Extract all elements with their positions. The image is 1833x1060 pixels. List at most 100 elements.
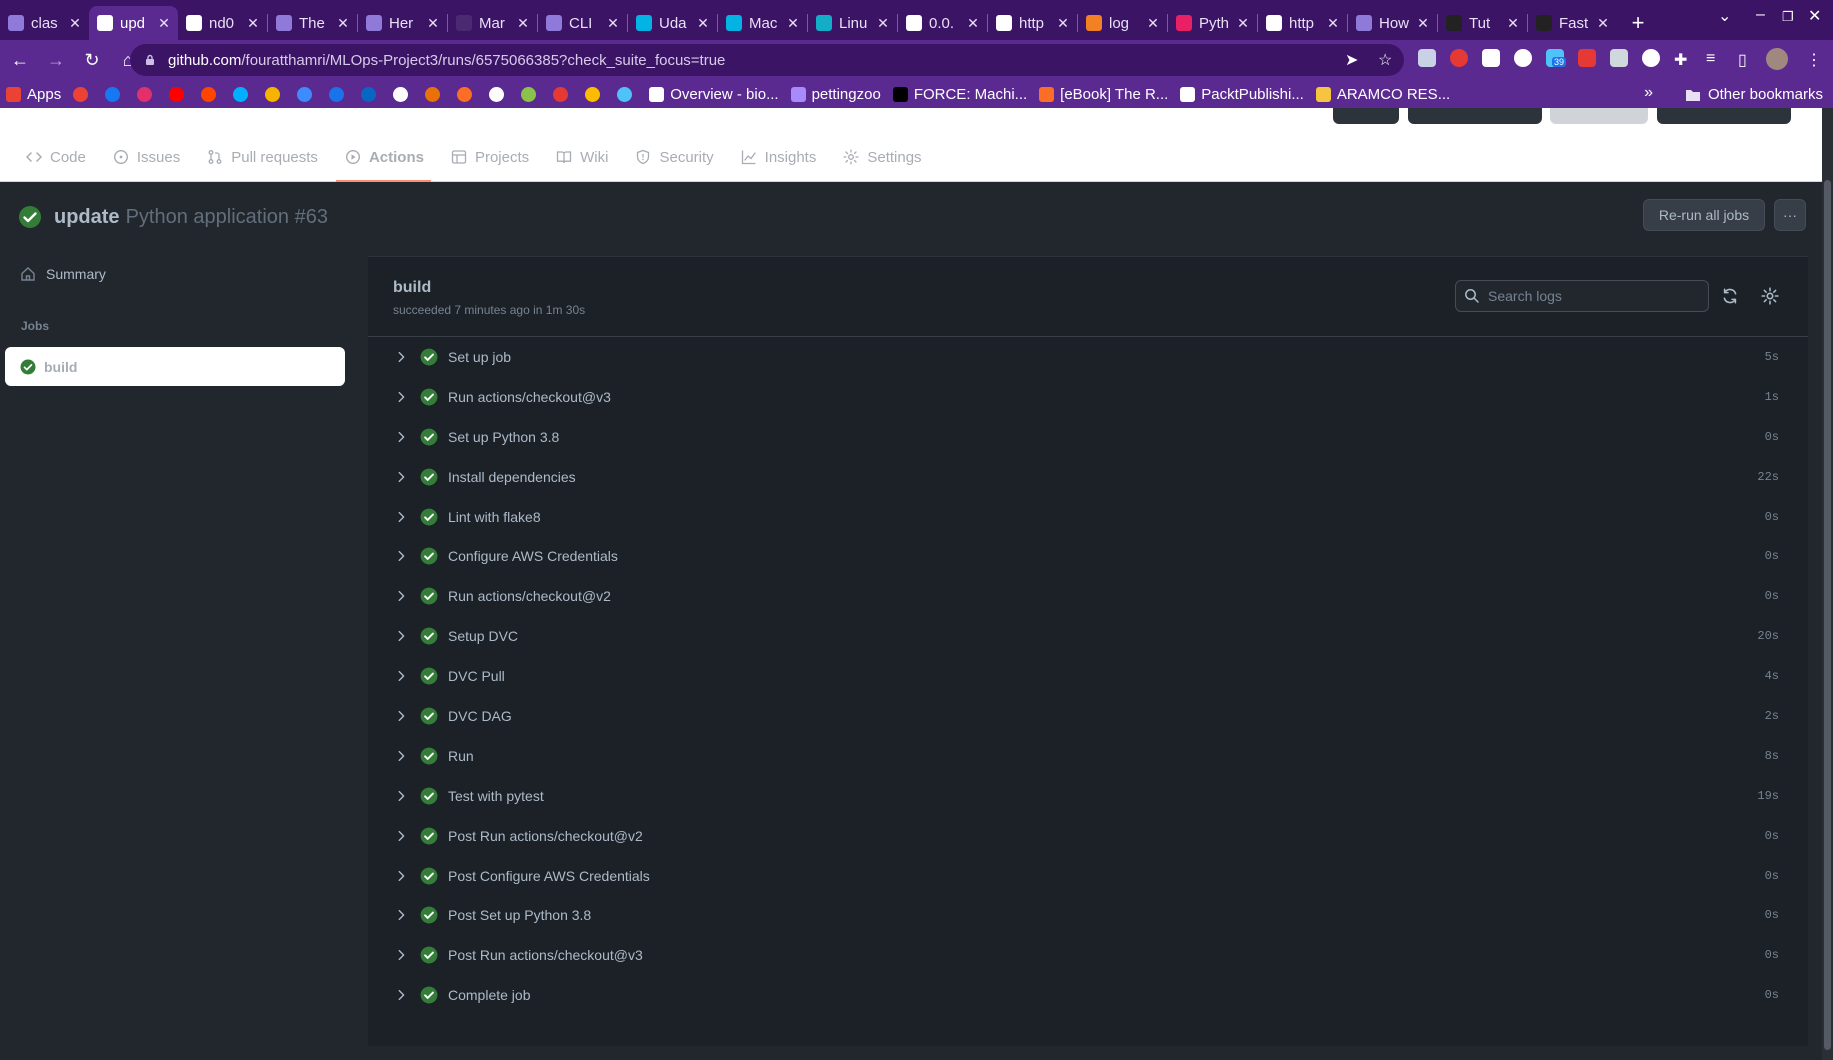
extensions-puzzle-icon[interactable]: ✚: [1674, 50, 1687, 70]
maximize-icon[interactable]: ❐: [1782, 9, 1794, 25]
bookmark-favicon-icon[interactable]: [393, 86, 409, 102]
tab-search-icon[interactable]: ⌄: [1718, 6, 1731, 26]
job-item-build[interactable]: build: [5, 347, 345, 386]
tab-close-icon[interactable]: ✕: [67, 15, 83, 32]
browser-tab[interactable]: CLI ✕: [538, 6, 627, 40]
repo-tab-security[interactable]: Security: [635, 146, 714, 168]
browser-tab[interactable]: nd0 ✕: [178, 6, 267, 40]
bookmark-favicon-icon[interactable]: [105, 86, 121, 102]
chevron-right-icon[interactable]: [394, 988, 408, 1002]
summary-link[interactable]: Summary: [20, 266, 106, 282]
bookmark-favicon-icon[interactable]: [201, 86, 217, 102]
header-button[interactable]: [1550, 108, 1648, 124]
address-bar[interactable]: github.com/fouratthamri/MLOps-Project3/r…: [130, 44, 1404, 76]
profile-avatar[interactable]: [1766, 48, 1788, 70]
job-step-row[interactable]: DVC DAG 2s: [368, 696, 1808, 736]
other-bookmarks[interactable]: Other bookmarks: [1685, 86, 1823, 103]
bookmark-favicon-icon[interactable]: [361, 86, 377, 102]
bookmark-favicon-icon[interactable]: [617, 86, 633, 102]
bookmark-favicon-icon[interactable]: [553, 86, 569, 102]
extension-icon[interactable]: [1610, 49, 1628, 67]
job-step-row[interactable]: Set up job 5s: [368, 337, 1808, 377]
bookmark-favicon-icon[interactable]: [265, 86, 281, 102]
bookmark-item[interactable]: Overview - bio...: [649, 86, 779, 103]
side-panel-icon[interactable]: ▯: [1738, 50, 1747, 70]
job-step-row[interactable]: Test with pytest 19s: [368, 776, 1808, 816]
repo-tab-wiki[interactable]: Wiki: [556, 146, 608, 168]
extension-icon[interactable]: [1450, 49, 1468, 67]
reading-list-icon[interactable]: ≡: [1706, 50, 1715, 68]
tab-close-icon[interactable]: ✕: [695, 15, 711, 32]
minimize-icon[interactable]: –: [1756, 6, 1765, 24]
job-step-row[interactable]: Post Configure AWS Credentials 0s: [368, 856, 1808, 896]
chevron-right-icon[interactable]: [394, 589, 408, 603]
browser-tab[interactable]: Pyth ✕: [1168, 6, 1257, 40]
bookmark-favicon-icon[interactable]: [169, 86, 185, 102]
extension-icon[interactable]: [1642, 49, 1660, 67]
gear-icon[interactable]: [1761, 287, 1779, 305]
browser-tab[interactable]: http ✕: [1258, 6, 1347, 40]
bookmark-favicon-icon[interactable]: [233, 86, 249, 102]
chevron-right-icon[interactable]: [394, 549, 408, 563]
tab-close-icon[interactable]: ✕: [1595, 15, 1611, 32]
header-button[interactable]: [1657, 108, 1791, 124]
tab-close-icon[interactable]: ✕: [425, 15, 441, 32]
more-bookmarks-button[interactable]: »: [1644, 84, 1653, 102]
header-button[interactable]: [1333, 108, 1399, 124]
repo-tab-actions[interactable]: Actions: [345, 146, 424, 168]
header-button[interactable]: [1408, 108, 1542, 124]
bookmark-favicon-icon[interactable]: [457, 86, 473, 102]
chevron-right-icon[interactable]: [394, 390, 408, 404]
chevron-right-icon[interactable]: [394, 908, 408, 922]
bookmark-favicon-icon[interactable]: [329, 86, 345, 102]
browser-tab[interactable]: Her ✕: [358, 6, 447, 40]
job-step-row[interactable]: Post Run actions/checkout@v3 0s: [368, 935, 1808, 975]
bookmark-favicon-icon[interactable]: [297, 86, 313, 102]
bookmark-favicon-icon[interactable]: [137, 86, 153, 102]
browser-tab[interactable]: 0.0. ✕: [898, 6, 987, 40]
bookmark-favicon-icon[interactable]: [425, 86, 441, 102]
browser-tab[interactable]: log ✕: [1078, 6, 1167, 40]
bookmark-favicon-icon[interactable]: [521, 86, 537, 102]
repo-tab-projects[interactable]: Projects: [451, 146, 529, 168]
job-step-row[interactable]: Lint with flake8 0s: [368, 497, 1808, 537]
forward-icon[interactable]: →: [38, 44, 74, 76]
tab-close-icon[interactable]: ✕: [245, 15, 261, 32]
extension-badge-icon[interactable]: 39: [1546, 49, 1567, 67]
chevron-right-icon[interactable]: [394, 789, 408, 803]
bookmark-item[interactable]: ARAMCO RES...: [1315, 86, 1450, 103]
chevron-right-icon[interactable]: [394, 948, 408, 962]
bookmark-favicon-icon[interactable]: [585, 86, 601, 102]
new-tab-button[interactable]: +: [1621, 6, 1655, 40]
tab-close-icon[interactable]: ✕: [605, 15, 621, 32]
back-icon[interactable]: ←: [2, 44, 38, 76]
job-step-row[interactable]: Run actions/checkout@v3 1s: [368, 377, 1808, 417]
bookmark-favicon-icon[interactable]: [489, 86, 505, 102]
repo-tab-pull-requests[interactable]: Pull requests: [207, 146, 318, 168]
run-more-options-button[interactable]: ···: [1774, 199, 1806, 231]
job-step-row[interactable]: Set up Python 3.8 0s: [368, 417, 1808, 457]
tab-close-icon[interactable]: ✕: [1325, 15, 1341, 32]
extension-icon[interactable]: [1514, 49, 1532, 67]
browser-tab[interactable]: clas ✕: [0, 6, 89, 40]
job-step-row[interactable]: DVC Pull 4s: [368, 656, 1808, 696]
repo-tab-settings[interactable]: Settings: [843, 146, 922, 168]
browser-tab[interactable]: Mac ✕: [718, 6, 807, 40]
chevron-right-icon[interactable]: [394, 669, 408, 683]
bookmark-item[interactable]: pettingzoo: [790, 86, 881, 103]
search-logs-input[interactable]: Search logs: [1455, 280, 1709, 312]
chevron-right-icon[interactable]: [394, 350, 408, 364]
bookmark-favicon-icon[interactable]: [73, 86, 89, 102]
job-step-row[interactable]: Post Set up Python 3.8 0s: [368, 895, 1808, 935]
send-icon[interactable]: ➤: [1345, 50, 1358, 70]
job-step-row[interactable]: Install dependencies 22s: [368, 457, 1808, 497]
window-close-icon[interactable]: ✕: [1808, 6, 1821, 26]
job-step-row[interactable]: Run actions/checkout@v2 0s: [368, 576, 1808, 616]
browser-tab[interactable]: The ✕: [268, 6, 357, 40]
tab-close-icon[interactable]: ✕: [515, 15, 531, 32]
tab-close-icon[interactable]: ✕: [1235, 15, 1251, 32]
repo-tab-issues[interactable]: Issues: [113, 146, 180, 168]
browser-tab[interactable]: upd ✕: [89, 6, 178, 40]
browser-tab[interactable]: http ✕: [988, 6, 1077, 40]
bookmark-item[interactable]: Apps: [6, 86, 61, 103]
